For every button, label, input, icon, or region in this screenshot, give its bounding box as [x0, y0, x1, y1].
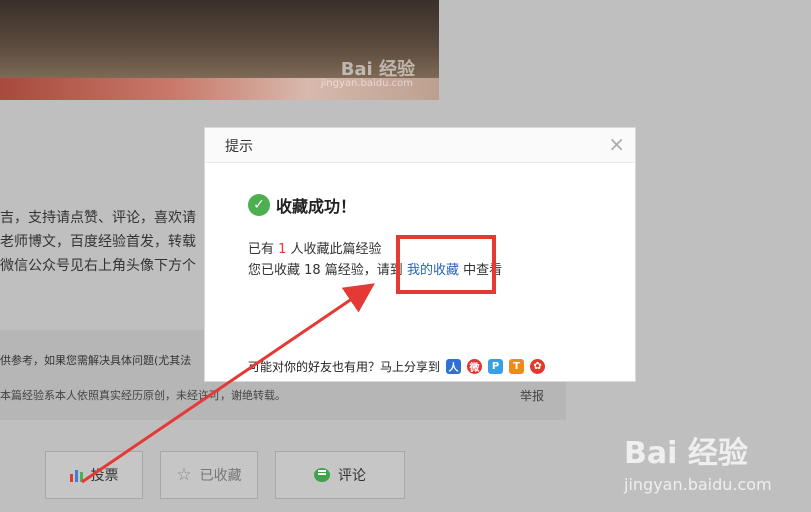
annotation-arrow [81, 283, 375, 484]
